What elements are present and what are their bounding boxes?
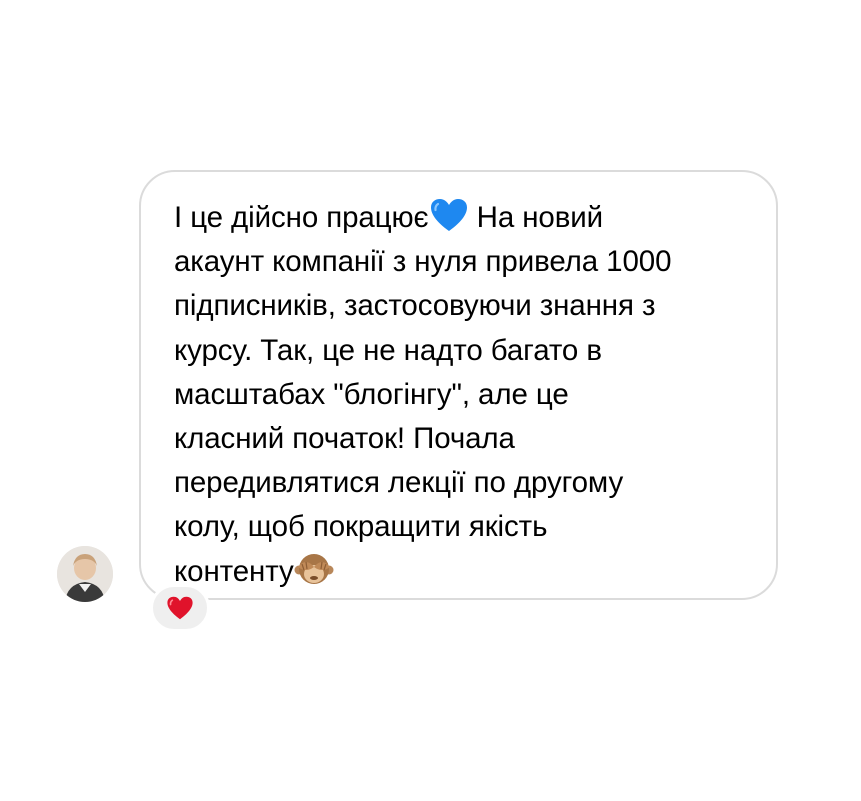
message-line: класний початок! Почала xyxy=(174,422,515,456)
red-heart-icon xyxy=(167,596,193,620)
message-line: передивлятися лекції по другому xyxy=(174,466,624,500)
reaction-badge[interactable] xyxy=(150,584,210,632)
user-avatar-icon xyxy=(57,546,113,602)
see-no-evil-monkey-icon xyxy=(294,553,334,584)
message-line: масштабах "блогінгу", але це xyxy=(174,377,569,411)
message-text: контенту xyxy=(174,554,294,588)
message-line: колу, щоб покращити якість xyxy=(174,510,548,544)
blue-heart-icon xyxy=(430,199,467,231)
message-line: контенту xyxy=(174,550,746,594)
message-line: підписників, застосовуючи знання з xyxy=(174,289,656,323)
message-line: акаунт компанії з нуля привела 1000 xyxy=(174,245,672,279)
message-line: курсу. Так, це не надто багато в xyxy=(174,333,602,367)
message-line: І це дійсно працює На новий xyxy=(174,196,746,240)
message-text: На новий xyxy=(468,201,604,234)
message-bubble[interactable]: І це дійсно працює На новий акаунт компа… xyxy=(139,170,778,600)
message-text: І це дійсно працює xyxy=(174,201,429,234)
chat-thread: І це дійсно працює На новий акаунт компа… xyxy=(0,0,861,801)
sender-avatar[interactable] xyxy=(57,546,113,602)
